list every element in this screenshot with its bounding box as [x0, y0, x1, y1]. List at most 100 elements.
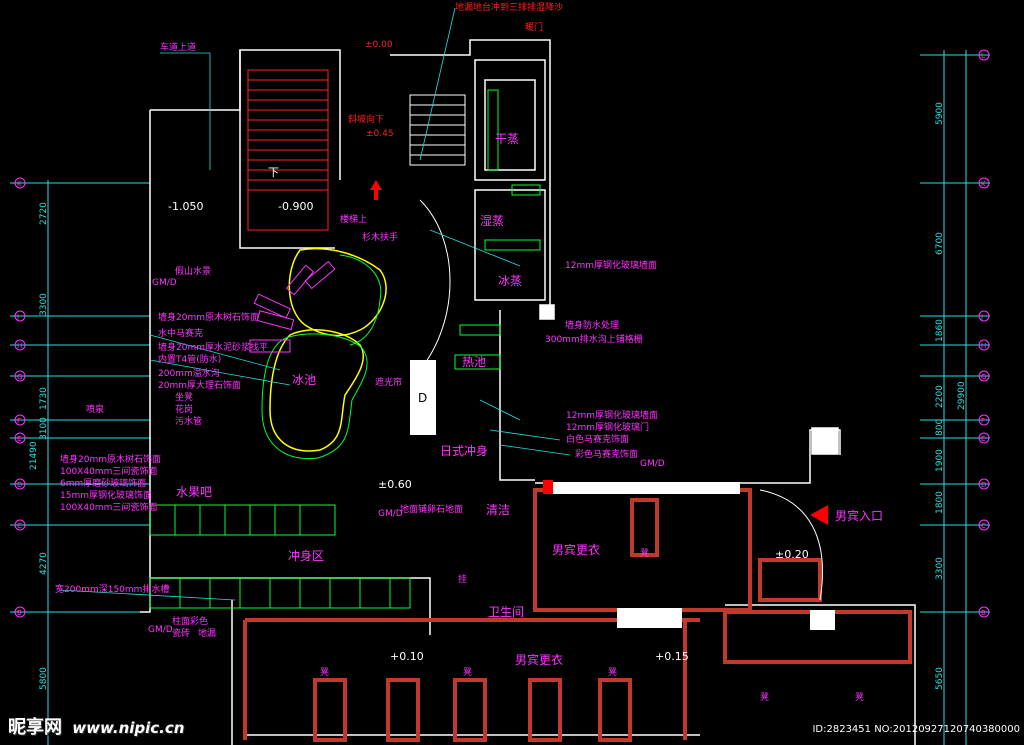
svg-text:6700: 6700: [935, 232, 945, 255]
svg-text:B: B: [17, 609, 22, 617]
svg-text:C: C: [17, 522, 22, 530]
label-elev-015: +0.15: [655, 650, 689, 663]
axis-letters-left: K J H G F E D C B: [16, 180, 22, 617]
label-ramp: 斜坡向下: [348, 113, 384, 125]
svg-text:G: G: [981, 373, 986, 381]
label-tiling: 地面铺卵石地面: [400, 503, 463, 515]
label-elev-045: ±0.45: [366, 129, 394, 139]
floor-plan-drawing: 地漏地台冲到三排排湿降沙 ±0.00 暖门 车道上道 斜坡向下 ±0.45 下 …: [10, 1, 990, 745]
svg-text:1900: 1900: [935, 449, 945, 472]
label-sewage: 污水管: [175, 415, 202, 427]
svg-text:5650: 5650: [935, 667, 945, 690]
image-id-tag: ID:2823451 NO:20120927120740380000: [812, 724, 1020, 735]
label-bench-1: 凳: [320, 667, 329, 678]
label-pool-feature: 假山水景: [175, 265, 211, 277]
label-bench-5: 凳: [760, 692, 769, 703]
svg-text:3100: 3100: [39, 417, 49, 440]
shower-row: [149, 504, 411, 609]
label-color-tile: 彩色马赛克饰面: [575, 448, 638, 460]
label-warm-door: 暖门: [525, 21, 543, 33]
label-bench-2: 凳: [463, 667, 472, 678]
watermark-brand: 昵享网: [8, 717, 62, 738]
label-blinds: 遮光帘: [375, 376, 402, 388]
label-bench-6: 凳: [855, 692, 864, 703]
label-bench-3: 凳: [608, 667, 617, 678]
label-ice-pool: 冰池: [292, 373, 316, 387]
label-wc: 卫生间: [488, 605, 524, 619]
label-steel: 15mm厚钢化玻璃饰面: [60, 489, 152, 501]
svg-text:21490: 21490: [29, 441, 39, 470]
label-elev-000: ±0.00: [365, 40, 393, 50]
svg-text:D: D: [17, 481, 22, 489]
label-ice-steam: 冰蒸: [498, 274, 522, 288]
red-marker: [543, 480, 553, 494]
label-fruit-bar: 水果吧: [176, 485, 212, 499]
svg-text:F: F: [17, 417, 21, 425]
label-wall-finish: 墙身20mm厚水泥砂浆找平: [158, 341, 268, 353]
sauna-rooms: [474, 59, 839, 455]
svg-text:4270: 4270: [39, 552, 49, 575]
svg-text:B: B: [981, 609, 986, 617]
label-shower-area: 冲身区: [288, 548, 324, 563]
label-elev-020: ±0.20: [775, 548, 809, 561]
svg-text:5800: 5800: [39, 667, 49, 690]
svg-text:1860: 1860: [935, 319, 945, 342]
label-bench-4: 凳: [640, 548, 649, 559]
label-elev-n1050: -1.050: [168, 200, 203, 213]
label-frosted: 内置T4管(防水): [158, 353, 221, 365]
label-tile-finish: 20mm厚大理石饰面: [158, 379, 241, 391]
label-floor: 花岗: [175, 403, 193, 415]
axis-bubbles-right: [978, 49, 990, 618]
label-spray: 喷泉: [86, 403, 104, 415]
label-down: 下: [268, 166, 279, 179]
label-japanese-shower: 日式冲身: [440, 443, 488, 458]
svg-text:K: K: [981, 180, 986, 188]
label-pillar: 柱面彩色: [172, 615, 208, 627]
label-dm-4: GM/D: [378, 509, 403, 519]
label-decor-wall: 墙身20mm原木树石饰面: [158, 311, 259, 323]
label-tile-top: 瓷砖: [172, 627, 190, 639]
svg-text:2720: 2720: [39, 202, 49, 225]
entrance-arrow-icon: [810, 505, 828, 525]
pools: [261, 247, 387, 460]
label-d-tag: D: [418, 391, 427, 405]
label-men-locker: 男宾更衣: [552, 542, 600, 557]
svg-text:J: J: [980, 313, 983, 321]
label-elev-010: +0.10: [390, 650, 424, 663]
label-men-entrance: 男宾入口: [835, 508, 883, 523]
svg-text:E: E: [17, 435, 21, 443]
label-elev-n0900: -0.900: [278, 200, 313, 213]
svg-text:J: J: [16, 313, 19, 321]
svg-text:H: H: [981, 342, 986, 350]
label-elev-060: ±0.60: [378, 478, 412, 491]
label-glazed: 白色马赛克饰面: [566, 433, 629, 445]
label-glass-wall: 12mm厚钢化玻璃墙面: [565, 259, 657, 271]
svg-text:5900: 5900: [935, 102, 945, 125]
svg-text:800: 800: [935, 419, 945, 436]
label-cedar: 杉木扶手: [362, 231, 398, 243]
label-floor-drain-2: 地漏: [198, 627, 216, 639]
label-dm-1: GM/D: [152, 278, 177, 288]
svg-text:E: E: [981, 435, 985, 443]
svg-text:3300: 3300: [935, 557, 945, 580]
label-wet-steam: 湿蒸: [480, 213, 504, 228]
label-wall-tile: 墙身防水处理: [565, 319, 619, 331]
right-dimension-numbers: 5900 6700 1860 2200 800 1900 1800 3300 5…: [935, 102, 967, 690]
label-steam-pipe: 300mm排水沟上铺格栅: [545, 333, 643, 345]
label-water-trough: 宽200mm深150mm排水槽: [55, 583, 169, 595]
label-glass-6mm: 6mm厚磨砂玻璃饰面: [60, 477, 146, 489]
svg-text:K: K: [17, 180, 22, 188]
svg-text:D: D: [981, 481, 986, 489]
svg-text:F: F: [981, 417, 985, 425]
label-bench: 坐凳: [175, 392, 193, 403]
label-dm-2: GM/D: [640, 459, 665, 469]
label-mosaic: 水中马赛克: [158, 327, 203, 339]
label-pool-drain: 200mm溢水沟: [158, 367, 220, 379]
up-arrow-icon: [370, 180, 382, 200]
label-dry-steam: 干蒸: [495, 132, 519, 146]
label-clean: 清洁: [486, 503, 510, 517]
svg-text:3300: 3300: [39, 293, 49, 316]
label-men-locker-2: 男宾更衣: [515, 652, 563, 667]
svg-text:C: C: [981, 522, 986, 530]
label-door-glass: 12mm厚钢化玻璃门: [566, 421, 649, 433]
